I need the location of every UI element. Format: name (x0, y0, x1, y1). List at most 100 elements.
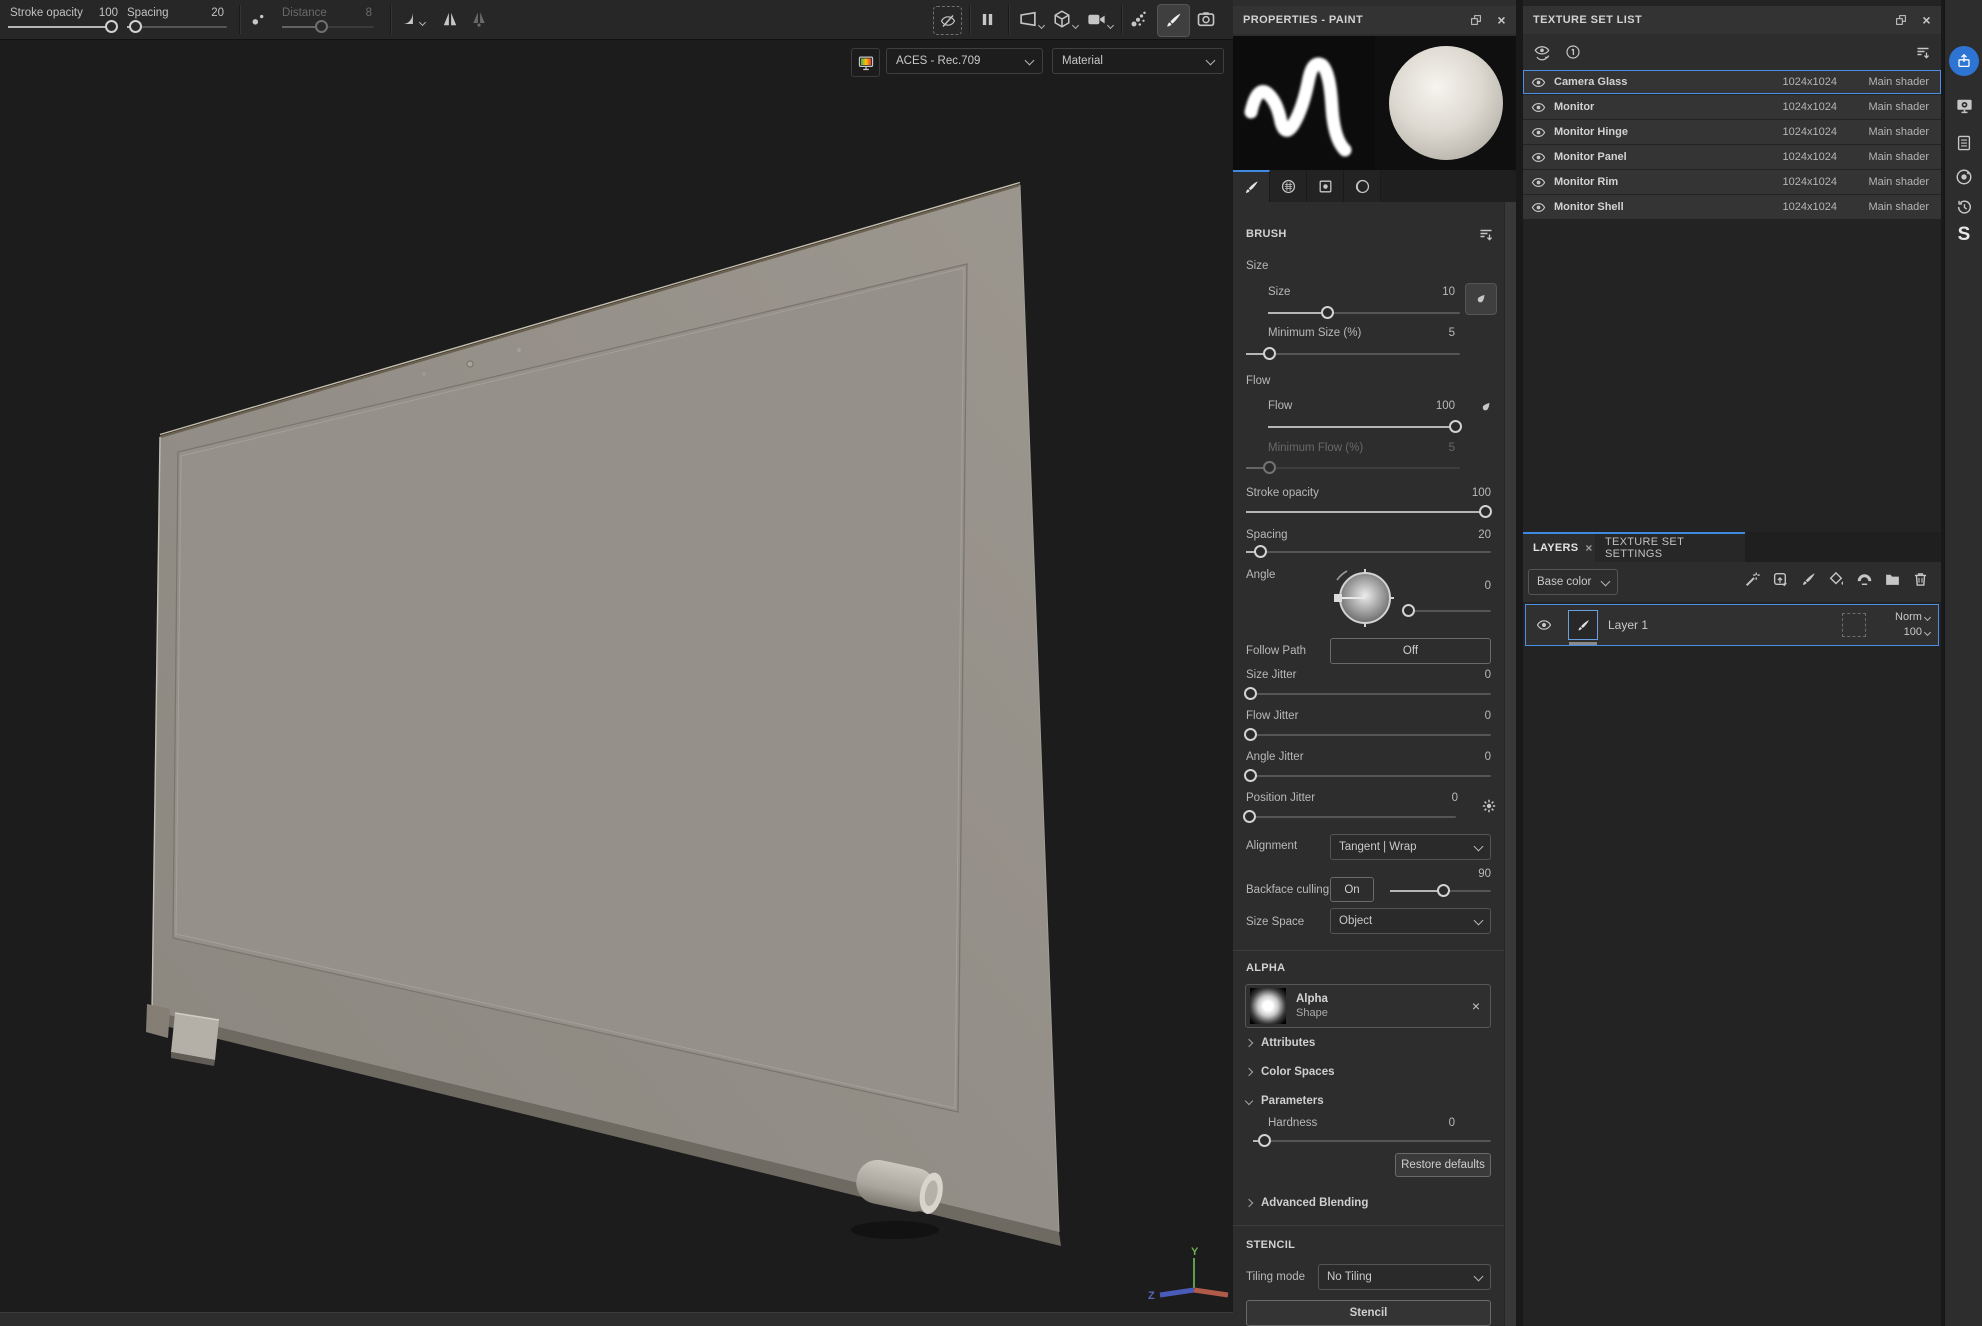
size-slider[interactable] (1268, 306, 1460, 319)
add-fill-layer-icon[interactable] (1828, 571, 1845, 588)
close-tab-icon[interactable]: × (1585, 542, 1592, 554)
brush-presets-menu-icon[interactable] (1478, 226, 1494, 242)
popout-icon[interactable] (1469, 13, 1483, 27)
texture-set-toolbar (1523, 34, 1941, 70)
log-button[interactable] (1945, 134, 1982, 152)
pause-engine-icon[interactable] (979, 11, 996, 28)
visibility-eye-icon[interactable] (1531, 125, 1546, 140)
add-effect-icon[interactable] (1744, 571, 1761, 588)
add-folder-icon[interactable] (1884, 571, 1901, 588)
tiling-mode-label: Tiling mode (1246, 1271, 1305, 1283)
tab-material[interactable] (1344, 170, 1381, 202)
color-spaces-collapsible[interactable]: Color Spaces (1246, 1066, 1335, 1078)
stencil-button[interactable]: Stencil (1246, 1300, 1491, 1326)
texture-set-filter-icon[interactable] (1915, 44, 1931, 60)
texture-set-row[interactable]: Monitor Shell 1024x1024 Main shader (1523, 195, 1941, 219)
angle-slider[interactable] (1405, 604, 1491, 617)
spacing-dots-icon[interactable] (250, 11, 267, 28)
parameters-collapsible[interactable]: Parameters (1246, 1095, 1324, 1107)
texture-set-row[interactable]: Monitor Hinge 1024x1024 Main shader (1523, 120, 1941, 144)
toggle-all-visibility-icon[interactable] (1533, 43, 1551, 61)
stroke-opacity-slider[interactable] (8, 20, 116, 33)
channel-dropdown[interactable]: Base color (1528, 569, 1618, 595)
spacing-slider[interactable] (127, 20, 227, 33)
delete-layer-icon[interactable] (1912, 571, 1929, 588)
visibility-eye-icon[interactable] (1531, 175, 1546, 190)
export-button[interactable] (1945, 46, 1982, 76)
angle-jitter-slider[interactable] (1246, 769, 1491, 782)
visibility-eye-icon[interactable] (1531, 200, 1546, 215)
backface-toggle[interactable]: On (1330, 877, 1374, 902)
layer-blend-mode[interactable]: Norm (1872, 610, 1930, 625)
color-profile-dropdown[interactable]: ACES - Rec.709 (886, 48, 1043, 74)
add-smart-material-icon[interactable] (1772, 571, 1789, 588)
backface-slider[interactable] (1390, 884, 1491, 897)
flow-slider[interactable] (1268, 420, 1460, 433)
min-size-slider[interactable] (1246, 347, 1460, 360)
tab-alpha[interactable] (1270, 170, 1307, 202)
angle-dial[interactable] (1329, 562, 1401, 634)
flow-jitter-slider[interactable] (1246, 728, 1491, 741)
substance-share-button[interactable]: S (1945, 224, 1982, 246)
visibility-eye-icon[interactable] (1531, 75, 1546, 90)
close-icon[interactable]: × (1497, 13, 1506, 27)
follow-path-toggle[interactable]: Off (1330, 638, 1491, 664)
popout-icon[interactable] (1894, 13, 1908, 27)
add-smart-mask-icon[interactable] (1856, 571, 1873, 588)
layer-visibility-icon[interactable] (1536, 617, 1552, 633)
falloff-curve-icon[interactable] (401, 10, 425, 27)
advanced-blending-collapsible[interactable]: Advanced Blending (1246, 1197, 1368, 1209)
tiling-mode-dropdown[interactable]: No Tiling (1318, 1264, 1491, 1290)
layer-mask-slot[interactable] (1842, 613, 1866, 637)
geometry-mask-off-icon[interactable] (933, 6, 962, 35)
paint-tool-button[interactable] (1157, 4, 1190, 37)
spacing-slider[interactable] (1246, 545, 1491, 558)
visibility-eye-icon[interactable] (1531, 100, 1546, 115)
visibility-eye-icon[interactable] (1531, 150, 1546, 165)
solo-visibility-icon[interactable] (1565, 44, 1581, 60)
projection-tool-icon[interactable] (1196, 9, 1216, 29)
tab-layers[interactable]: LAYERS × (1523, 534, 1595, 562)
properties-scrollbar[interactable] (1504, 202, 1516, 1326)
size-space-dropdown[interactable]: Object (1330, 908, 1491, 934)
add-paint-layer-icon[interactable] (1800, 571, 1817, 588)
display-settings-button[interactable] (1945, 96, 1982, 115)
restore-defaults-button[interactable]: Restore defaults (1395, 1153, 1491, 1177)
layer-row-layer1[interactable]: Layer 1 Norm 100 (1525, 604, 1939, 646)
alpha-resource[interactable]: Alpha Shape × (1245, 984, 1491, 1028)
tab-brush[interactable] (1233, 170, 1270, 202)
tab-texture-set-settings[interactable]: TEXTURE SET SETTINGS (1595, 534, 1745, 562)
3d-view-icon[interactable] (1052, 9, 1078, 29)
size-pen-pressure-button[interactable] (1465, 283, 1497, 315)
hardness-slider[interactable] (1253, 1134, 1491, 1147)
attributes-collapsible[interactable]: Attributes (1246, 1037, 1315, 1049)
camera-view-icon[interactable] (1086, 9, 1113, 30)
renderer-button[interactable] (1945, 168, 1982, 186)
texture-set-row[interactable]: Monitor Panel 1024x1024 Main shader (1523, 145, 1941, 169)
tab-stencil[interactable] (1307, 170, 1344, 202)
layer-thumbnail[interactable] (1568, 610, 1598, 640)
min-flow-slider[interactable] (1246, 461, 1460, 474)
layer-opacity[interactable]: 100 (1872, 625, 1930, 640)
texture-set-row[interactable]: Monitor Rim 1024x1024 Main shader (1523, 170, 1941, 194)
stroke-opacity-slider[interactable] (1246, 505, 1491, 518)
position-jitter-settings-icon[interactable] (1481, 798, 1497, 814)
3d-viewport[interactable]: ACES - Rec.709 Material Y Z X (0, 40, 1233, 1326)
flow-pen-pressure-icon[interactable] (1479, 400, 1493, 414)
display-color-icon[interactable] (851, 48, 880, 77)
texture-set-row[interactable]: Camera Glass 1024x1024 Main shader (1523, 70, 1941, 94)
position-jitter-slider[interactable] (1246, 810, 1456, 823)
distance-slider[interactable] (282, 20, 374, 33)
symmetry-icon[interactable] (441, 10, 459, 28)
size-jitter-slider[interactable] (1246, 687, 1491, 700)
texture-set-row[interactable]: Monitor 1024x1024 Main shader (1523, 95, 1941, 119)
viewport-mode-icon[interactable] (1018, 9, 1044, 29)
radial-symmetry-icon[interactable] (470, 10, 488, 28)
particle-brush-icon[interactable] (1129, 9, 1149, 29)
alpha-clear-icon[interactable]: × (1472, 999, 1480, 1013)
hardness-value: 0 (1449, 1117, 1455, 1129)
close-icon[interactable]: × (1922, 13, 1931, 27)
shading-mode-dropdown[interactable]: Material (1052, 48, 1224, 74)
alignment-dropdown[interactable]: Tangent | Wrap (1330, 834, 1491, 860)
history-button[interactable] (1945, 198, 1982, 216)
